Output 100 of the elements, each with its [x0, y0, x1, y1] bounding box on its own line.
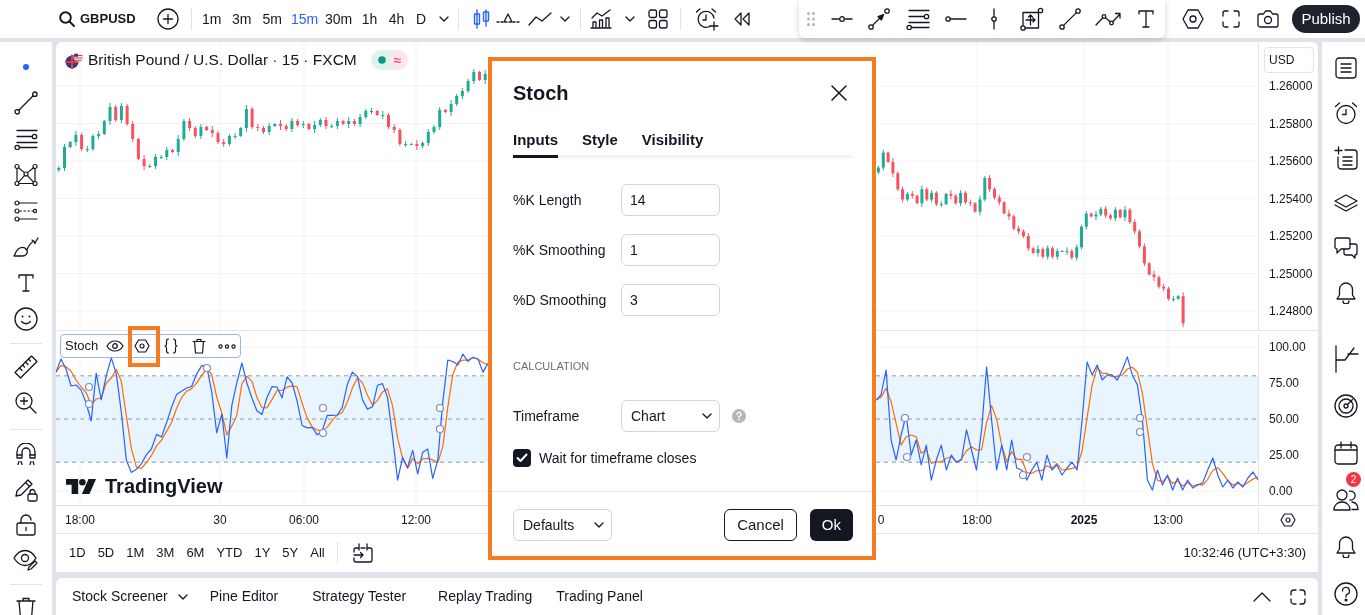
interval-button[interactable]: 4h — [383, 5, 410, 33]
range-button[interactable]: 1M — [121, 540, 150, 566]
range-button[interactable]: 1D — [64, 540, 91, 566]
trash-icon[interactable] — [16, 597, 36, 615]
rewind-icon[interactable] — [732, 12, 751, 26]
panel-tab[interactable]: Trading Panel — [556, 582, 643, 611]
candles-icon[interactable] — [472, 9, 491, 29]
symbol-search-button[interactable]: GBPUSD — [59, 5, 136, 33]
interval-button[interactable]: 15m — [287, 5, 322, 33]
dialog-tab[interactable]: Visibility — [641, 128, 704, 158]
interval-button[interactable]: 30m — [321, 5, 356, 33]
range-button[interactable]: 3M — [151, 540, 180, 566]
brush-icon[interactable] — [13, 237, 39, 257]
collapse-icon[interactable] — [1253, 591, 1271, 602]
alarm-clock-icon[interactable] — [1334, 100, 1358, 125]
indicators-icon[interactable] — [589, 9, 612, 29]
visibility-icon[interactable] — [106, 340, 125, 352]
zoom-in-icon[interactable] — [15, 392, 37, 414]
panel-tab[interactable]: Strategy Tester — [312, 582, 407, 611]
range-button[interactable]: 1Y — [249, 540, 276, 566]
dashed-line-icon[interactable] — [495, 12, 522, 26]
target-icon[interactable] — [1334, 393, 1358, 418]
checkbox[interactable] — [513, 449, 531, 467]
caret-icon[interactable] — [624, 16, 635, 22]
range-button[interactable]: All — [305, 540, 330, 566]
camera-icon[interactable] — [1257, 10, 1279, 28]
layout-grid-icon[interactable] — [647, 9, 668, 29]
help-icon[interactable] — [1334, 581, 1358, 606]
layers-icon[interactable] — [1334, 193, 1358, 212]
range-button[interactable]: 5D — [92, 540, 120, 566]
go-to-date-icon[interactable] — [352, 543, 373, 563]
list-icon[interactable] — [1335, 56, 1357, 79]
maximize-icon[interactable] — [1290, 588, 1306, 605]
chat-icon[interactable] — [1334, 236, 1358, 259]
caret-icon[interactable] — [559, 16, 570, 22]
interval-button[interactable]: 1m — [196, 5, 227, 33]
add-symbol-icon[interactable] — [156, 8, 179, 30]
unlock-icon[interactable] — [16, 513, 36, 536]
range-button[interactable]: YTD — [211, 540, 248, 566]
settings-icon[interactable] — [1182, 9, 1204, 29]
line-chart-icon[interactable] — [527, 12, 552, 26]
interval-button[interactable]: 1h — [355, 5, 384, 33]
calendar-icon[interactable] — [1334, 440, 1358, 465]
interval-button[interactable]: D — [409, 5, 433, 33]
range-button[interactable]: 5Y — [277, 540, 304, 566]
number-field[interactable]: 3 — [621, 284, 720, 316]
pattern-icon[interactable] — [14, 163, 38, 187]
horizontal-line-icon[interactable] — [831, 16, 853, 22]
people-icon[interactable] — [1333, 488, 1359, 511]
settings-icon[interactable] — [134, 339, 151, 353]
defaults-select[interactable]: Defaults — [513, 509, 612, 541]
currency-button[interactable]: USD — [1264, 47, 1314, 73]
drag-handle-icon[interactable] — [807, 12, 815, 26]
step-chart-icon[interactable] — [1333, 344, 1359, 373]
magnet-icon[interactable] — [16, 443, 36, 466]
trash-icon[interactable] — [192, 338, 207, 354]
more-icon[interactable] — [218, 343, 237, 349]
interval-button[interactable]: 3m — [226, 5, 257, 33]
ok-button[interactable]: Ok — [809, 509, 853, 541]
close-icon[interactable] — [831, 85, 847, 101]
alarm-add-icon[interactable] — [694, 7, 719, 31]
pencil-lock-icon[interactable] — [14, 477, 38, 502]
bell-icon[interactable] — [1336, 281, 1356, 304]
dotted-lines-icon[interactable] — [14, 200, 38, 222]
cancel-button[interactable]: Cancel — [724, 509, 797, 541]
text-icon[interactable] — [18, 274, 34, 292]
fullscreen-icon[interactable] — [1222, 10, 1240, 28]
arrow-icon[interactable] — [868, 8, 890, 30]
panel-tab[interactable]: Pine Editor — [209, 582, 279, 611]
number-field[interactable]: 14 — [621, 184, 720, 216]
bell-icon[interactable] — [1336, 535, 1356, 558]
caret-icon[interactable] — [438, 16, 449, 22]
caret-icon — [594, 522, 604, 528]
interval-button[interactable]: 5m — [256, 5, 288, 33]
vertical-line-icon[interactable] — [991, 8, 997, 30]
trend-line-icon[interactable] — [14, 91, 38, 115]
marker-icon — [435, 403, 445, 413]
dot-icon[interactable] — [23, 64, 29, 70]
horizontal-lines-icon[interactable] — [14, 128, 38, 150]
path-arrow-icon[interactable] — [1095, 11, 1121, 27]
horizontal-ray-icon[interactable] — [945, 16, 967, 22]
settings-icon[interactable] — [1280, 512, 1296, 527]
timeframe-select[interactable]: Chart — [621, 400, 720, 432]
dialog-tab[interactable]: Inputs — [513, 128, 558, 158]
smiley-icon[interactable] — [14, 307, 38, 331]
text-icon[interactable] — [1138, 10, 1154, 28]
panel-tab[interactable]: Stock Screener — [72, 582, 188, 611]
eye-pencil-icon[interactable] — [13, 548, 39, 571]
panel-tab[interactable]: Replay Trading — [438, 582, 533, 611]
publish-button[interactable]: Publish — [1292, 5, 1360, 33]
horizontal-lines-icon[interactable] — [906, 8, 930, 30]
timezone-button[interactable]: 10:32:46 (UTC+3:30) — [1183, 540, 1306, 566]
range-button[interactable]: 6M — [181, 540, 210, 566]
source-code-icon[interactable] — [164, 338, 179, 354]
number-field[interactable]: 1 — [621, 234, 720, 266]
trend-line-icon[interactable] — [1059, 8, 1081, 30]
move-box-icon[interactable] — [1020, 7, 1044, 31]
add-list-icon[interactable] — [1334, 145, 1358, 170]
ruler-icon[interactable] — [14, 355, 38, 379]
dialog-tab[interactable]: Style — [582, 128, 618, 158]
